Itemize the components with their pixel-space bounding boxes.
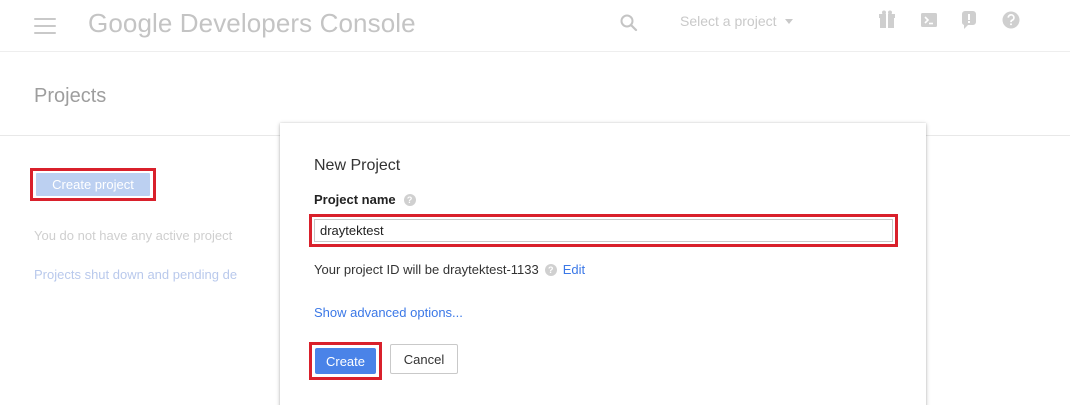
help-icon[interactable]: ? (544, 263, 557, 276)
page-title: Projects (34, 85, 107, 107)
chevron-down-icon (784, 18, 793, 24)
help-icon[interactable]: ? (403, 193, 416, 206)
project-id-text: Your project ID will be draytektest-1133 (314, 262, 539, 277)
notifications-icon[interactable] (958, 9, 980, 31)
project-selector-label: Select a project (680, 13, 777, 29)
search-icon[interactable] (618, 12, 640, 34)
project-id-line: Your project ID will be draytektest-1133… (314, 262, 585, 277)
create-project-button[interactable]: Create project (36, 173, 150, 196)
dialog-title: New Project (314, 157, 401, 174)
app-title: Google Developers Console (88, 8, 416, 38)
cancel-button[interactable]: Cancel (390, 344, 458, 374)
no-projects-message: You do not have any active project (34, 228, 233, 243)
project-name-label-text: Project name (314, 192, 396, 207)
new-project-dialog: New Project Project name ? Your project … (280, 123, 926, 405)
top-app-bar: Google Developers Console Select a proje… (0, 0, 1070, 52)
create-button[interactable]: Create (315, 348, 376, 374)
menu-icon[interactable] (34, 18, 56, 34)
edit-project-id-link[interactable]: Edit (563, 262, 585, 277)
shutdown-projects-link[interactable]: Projects shut down and pending de (34, 267, 237, 282)
project-name-input[interactable] (314, 219, 893, 242)
show-advanced-options-link[interactable]: Show advanced options... (314, 305, 463, 320)
gift-icon[interactable] (876, 9, 898, 31)
project-selector[interactable]: Select a project (680, 10, 793, 32)
help-icon[interactable] (1000, 9, 1022, 31)
project-name-label: Project name ? (314, 192, 416, 207)
cloud-shell-icon[interactable] (918, 9, 940, 31)
